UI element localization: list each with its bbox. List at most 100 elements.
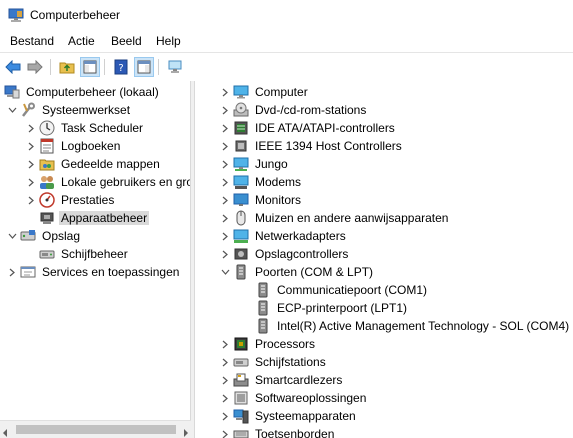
menu-actie[interactable]: Actie (68, 34, 95, 48)
device-category-jungo[interactable]: Jungo (219, 155, 290, 173)
device-category-label: Processors (255, 337, 316, 351)
svg-text:?: ? (118, 63, 123, 74)
tree-item-task-scheduler[interactable]: Task Scheduler (25, 119, 145, 137)
device-item-lpt1[interactable]: ECP-printerpoort (LPT1) (255, 299, 409, 317)
chevron-right-icon[interactable] (219, 245, 231, 263)
processor-icon (233, 336, 249, 352)
help-icon[interactable]: ? (111, 57, 131, 77)
device-item-com4[interactable]: Intel(R) Active Management Technology - … (255, 317, 571, 335)
chevron-down-icon[interactable] (6, 227, 18, 245)
device-category-processors[interactable]: Processors (219, 335, 317, 353)
tree-item-label: Logboeken (61, 139, 121, 153)
chevron-right-icon[interactable] (219, 155, 231, 173)
device-category-ide-ata[interactable]: IDE ATA/ATAPI-controllers (219, 119, 397, 137)
software-component-icon (233, 390, 249, 406)
device-category-label: IEEE 1394 Host Controllers (255, 139, 402, 153)
ide-controller-icon (233, 120, 249, 136)
device-category-label: Muizen en andere aanwijsapparaten (255, 211, 449, 225)
show-hide-console-tree-icon[interactable] (80, 57, 100, 77)
window-title: Computerbeheer (30, 8, 121, 22)
tree-item-system-tools[interactable]: Systeemwerkset (6, 101, 132, 119)
device-category-smartcard-readers[interactable]: Smartcardlezers (219, 371, 344, 389)
performance-icon (39, 192, 55, 208)
device-category-label: Jungo (255, 157, 288, 171)
device-category-network-adapters[interactable]: Netwerkadapters (219, 227, 348, 245)
menu-bestand[interactable]: Bestand (10, 34, 54, 48)
chevron-right-icon[interactable] (219, 83, 231, 101)
tree-item-local-users-groups[interactable]: Lokale gebruikers en gro (25, 173, 190, 191)
toolbar-separator (158, 59, 159, 75)
console-tree-pane[interactable]: Computerbeheer (lokaal) Systeemwerkset T… (0, 81, 191, 438)
chevron-right-icon[interactable] (219, 173, 231, 191)
chevron-right-icon[interactable] (219, 227, 231, 245)
scroll-right-arrow-icon[interactable] (183, 426, 188, 438)
chevron-right-icon[interactable] (25, 173, 37, 191)
device-category-ports[interactable]: Poorten (COM & LPT) (219, 263, 375, 281)
tree-item-services-applications[interactable]: Services en toepassingen (6, 263, 181, 281)
tree-item-label: Gedeelde mappen (61, 157, 160, 171)
disk-drive-icon (233, 354, 249, 370)
network-adapter-icon (233, 228, 249, 244)
device-category-mice[interactable]: Muizen en andere aanwijsapparaten (219, 209, 450, 227)
chevron-right-icon[interactable] (219, 119, 231, 137)
tree-item-computer-management[interactable]: Computerbeheer (lokaal) (4, 83, 161, 101)
tree-item-disk-management[interactable]: Schijfbeheer (39, 245, 130, 263)
tree-item-event-viewer[interactable]: Logboeken (25, 137, 122, 155)
chevron-down-icon[interactable] (219, 263, 231, 281)
scan-hardware-icon[interactable] (165, 57, 185, 77)
device-category-ieee-1394[interactable]: IEEE 1394 Host Controllers (219, 137, 404, 155)
scroll-left-arrow-icon[interactable] (3, 426, 8, 438)
tree-item-device-manager[interactable]: Apparaatbeheer (39, 209, 150, 227)
tree-item-storage[interactable]: Opslag (6, 227, 82, 245)
device-category-software-components[interactable]: Softwareoplossingen (219, 389, 368, 407)
chevron-right-icon[interactable] (6, 263, 18, 281)
smartcard-reader-icon (233, 372, 249, 388)
chevron-down-icon[interactable] (6, 101, 18, 119)
chevron-right-icon[interactable] (219, 101, 231, 119)
chevron-right-icon[interactable] (219, 209, 231, 227)
device-category-dvd-cd-rom[interactable]: Dvd-/cd-rom-stations (219, 101, 368, 119)
chevron-right-icon[interactable] (219, 371, 231, 389)
device-item-com1[interactable]: Communicatiepoort (COM1) (255, 281, 429, 299)
device-category-storage-controllers[interactable]: Opslagcontrollers (219, 245, 350, 263)
tree-item-shared-folders[interactable]: Gedeelde mappen (25, 155, 162, 173)
chevron-right-icon[interactable] (219, 335, 231, 353)
device-category-label: Opslagcontrollers (255, 247, 349, 261)
device-category-label: Computer (255, 85, 308, 99)
chevron-right-icon[interactable] (219, 407, 231, 425)
chevron-right-icon[interactable] (219, 137, 231, 155)
device-category-disk-drives[interactable]: Schijfstations (219, 353, 328, 371)
chevron-right-icon[interactable] (219, 353, 231, 371)
device-tree-pane[interactable]: Computer Dvd-/cd-rom-stations IDE ATA/AT… (194, 81, 573, 438)
show-hide-action-pane-icon[interactable] (134, 57, 154, 77)
forward-arrow-icon[interactable] (25, 57, 45, 77)
chevron-right-icon[interactable] (25, 119, 37, 137)
device-category-modems[interactable]: Modems (219, 173, 303, 191)
chevron-right-icon[interactable] (25, 191, 37, 209)
chevron-right-icon[interactable] (25, 137, 37, 155)
chevron-right-icon[interactable] (219, 191, 231, 209)
device-category-monitors[interactable]: Monitors (219, 191, 303, 209)
up-folder-icon[interactable] (57, 57, 77, 77)
device-category-system-devices[interactable]: Systeemapparaten (219, 407, 358, 425)
device-category-computer[interactable]: Computer (219, 83, 310, 101)
horizontal-scrollbar[interactable] (0, 420, 191, 438)
firewire-icon (233, 138, 249, 154)
device-category-keyboards[interactable]: Toetsenborden (219, 425, 336, 438)
device-category-label: Schijfstations (255, 355, 326, 369)
chevron-right-icon[interactable] (25, 155, 37, 173)
back-arrow-icon[interactable] (3, 57, 23, 77)
device-category-label: Softwareoplossingen (255, 391, 367, 405)
chevron-right-icon[interactable] (219, 425, 231, 438)
menu-bar: Bestand Actie Beeld Help (0, 30, 573, 52)
scrollbar-thumb[interactable] (16, 425, 176, 434)
tree-item-label: Apparaatbeheer (59, 211, 150, 225)
keyboard-icon (233, 426, 249, 438)
port-icon (255, 300, 271, 316)
menu-beeld[interactable]: Beeld (111, 34, 142, 48)
chevron-right-icon[interactable] (219, 389, 231, 407)
menu-help[interactable]: Help (156, 34, 181, 48)
device-item-label: ECP-printerpoort (LPT1) (277, 301, 408, 315)
tree-item-performance[interactable]: Prestaties (25, 191, 116, 209)
computer-management-icon (4, 84, 20, 100)
